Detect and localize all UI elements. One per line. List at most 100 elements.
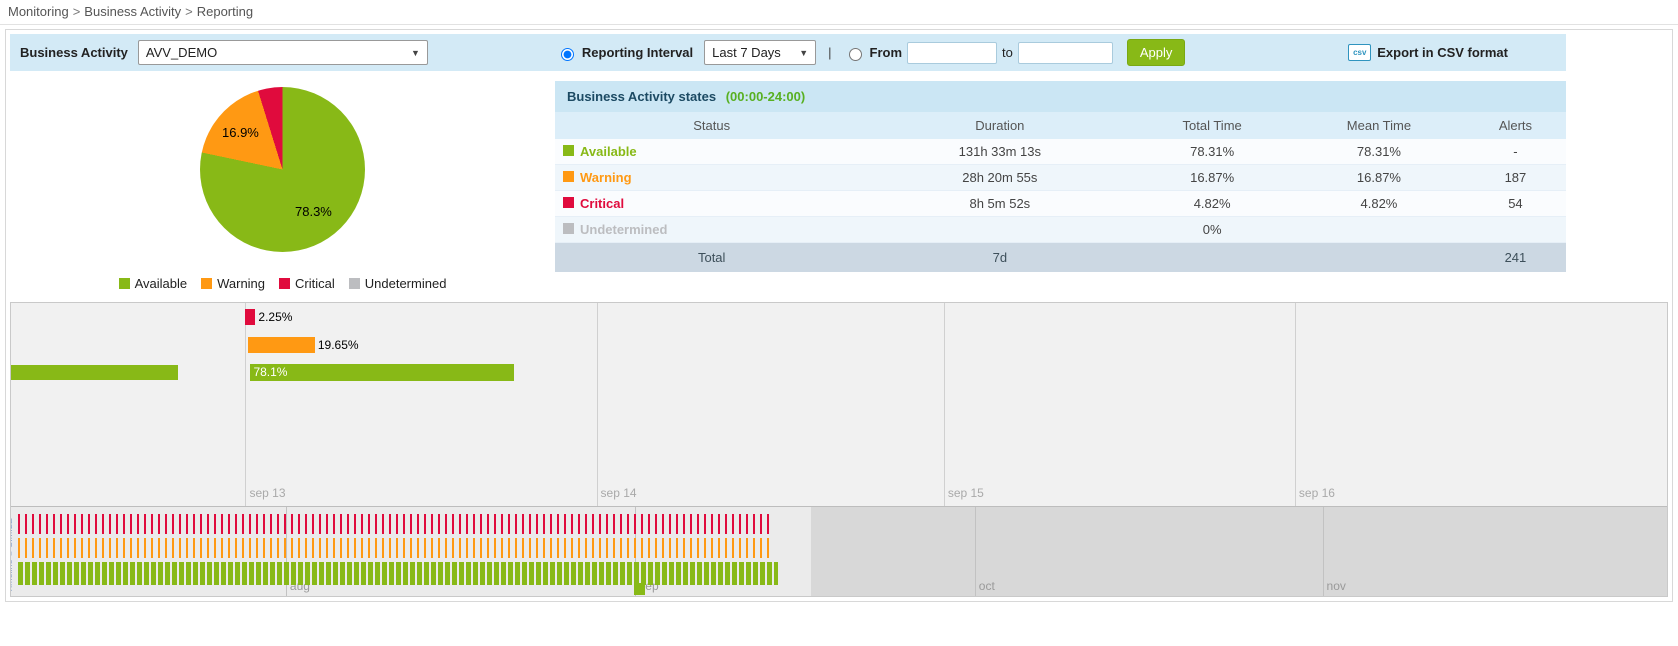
export-csv-label: Export in CSV format	[1377, 45, 1508, 60]
alerts-cell: 54	[1465, 191, 1566, 217]
mean-time-cell: 78.31%	[1293, 139, 1465, 165]
day-gridline	[1295, 303, 1296, 506]
total-time-cell: 16.87%	[1131, 165, 1293, 191]
status-swatch	[563, 171, 574, 182]
total-duration: 7d	[868, 243, 1131, 273]
bar-label: 78.1%	[253, 364, 287, 381]
column-header-total-time: Total Time	[1131, 112, 1293, 139]
legend-label: Undetermined	[365, 276, 447, 291]
status-swatch	[563, 145, 574, 156]
legend-label: Warning	[217, 276, 265, 291]
alerts-cell	[1465, 217, 1566, 243]
breadcrumb-separator: >	[185, 4, 193, 19]
total-total-time	[1131, 243, 1293, 273]
breadcrumb-separator: >	[73, 4, 81, 19]
legend-swatch	[119, 278, 130, 289]
month-gridline	[1323, 507, 1324, 596]
table-header-row: Status Duration Total Time Mean Time Ale…	[555, 112, 1566, 139]
separator-pipe: |	[828, 45, 831, 60]
pie-panel: 16.9% 78.3% AvailableWarningCriticalUnde…	[10, 81, 555, 292]
alerts-cell: -	[1465, 139, 1566, 165]
day-gridline	[944, 303, 945, 506]
business-activity-label: Business Activity	[20, 45, 128, 60]
total-time-cell: 4.82%	[1131, 191, 1293, 217]
table-row: Undetermined 0%	[555, 217, 1566, 243]
day-label: sep 14	[601, 486, 637, 500]
table-row: Warning28h 20m 55s16.87%16.87%187	[555, 165, 1566, 191]
custom-period-radio[interactable]	[849, 48, 862, 61]
breadcrumb-item[interactable]: Business Activity	[84, 4, 181, 19]
timeline: sep 13sep 14sep 15sep 162.25%19.65%78.1%…	[10, 302, 1668, 597]
status-label: Warning	[580, 170, 632, 185]
day-gridline	[597, 303, 598, 506]
available-segment-bar[interactable]: 78.1%	[250, 364, 513, 381]
states-title-range: (00:00-24:00)	[726, 89, 806, 104]
breadcrumb-bar: Monitoring>Business Activity>Reporting	[0, 0, 1678, 25]
status-cell: Undetermined	[555, 217, 868, 243]
export-csv-link[interactable]: csv Export in CSV format	[1348, 44, 1508, 61]
states-title-bar: Business Activity states (00:00-24:00)	[555, 81, 1566, 112]
warning-segment-bar[interactable]	[248, 337, 315, 353]
reporting-interval-value: Last 7 Days	[712, 45, 781, 60]
legend-label: Available	[135, 276, 188, 291]
critical-segment-bar[interactable]	[245, 309, 255, 325]
reporting-interval-radio[interactable]	[561, 48, 574, 61]
status-label: Undetermined	[580, 222, 667, 237]
duration-cell: 8h 5m 52s	[868, 191, 1131, 217]
states-panel: Business Activity states (00:00-24:00) S…	[555, 81, 1566, 272]
status-label: Available	[580, 144, 637, 159]
content-row: 16.9% 78.3% AvailableWarningCriticalUnde…	[10, 81, 1566, 292]
total-mean-time	[1293, 243, 1465, 273]
status-cell: Available	[555, 139, 868, 165]
column-header-mean-time: Mean Time	[1293, 112, 1465, 139]
states-table: Status Duration Total Time Mean Time Ale…	[555, 112, 1566, 272]
legend-swatch	[349, 278, 360, 289]
month-gridline	[975, 507, 976, 596]
table-row: Critical8h 5m 52s4.82%4.82%54	[555, 191, 1566, 217]
timeline-brand: Timeline © SIMILE	[11, 518, 14, 593]
to-date-input[interactable]	[1018, 42, 1113, 64]
status-cell: Critical	[555, 191, 868, 217]
column-header-alerts: Alerts	[1465, 112, 1566, 139]
legend-swatch	[201, 278, 212, 289]
available-segment-previous-bar[interactable]	[11, 365, 178, 380]
critical-ticks	[18, 514, 773, 534]
reporting-interval-label: Reporting Interval	[582, 45, 693, 60]
legend-label: Critical	[295, 276, 335, 291]
total-row: Total 7d 241	[555, 243, 1566, 273]
duration-cell: 131h 33m 13s	[868, 139, 1131, 165]
month-label: oct	[979, 579, 995, 593]
total-time-cell: 0%	[1131, 217, 1293, 243]
status-swatch	[563, 223, 574, 234]
column-header-duration: Duration	[868, 112, 1131, 139]
total-time-cell: 78.31%	[1131, 139, 1293, 165]
status-cell: Warning	[555, 165, 868, 191]
total-alerts: 241	[1465, 243, 1566, 273]
event-marker	[634, 583, 645, 595]
breadcrumb-item[interactable]: Reporting	[197, 4, 253, 19]
timeline-main-band[interactable]: sep 13sep 14sep 15sep 162.25%19.65%78.1%	[11, 303, 1667, 506]
total-label: Total	[555, 243, 868, 273]
reporting-interval-select[interactable]: Last 7 Days ▼	[704, 40, 816, 65]
business-activity-select[interactable]: AVV_DEMO ▼	[138, 40, 428, 65]
pie-slice-label-warning: 16.9%	[222, 125, 259, 140]
breadcrumb-item[interactable]: Monitoring	[8, 4, 69, 19]
pie-legend: Available Warning Critical Undetermined	[10, 276, 555, 292]
csv-icon: csv	[1348, 44, 1371, 61]
month-label: nov	[1327, 579, 1346, 593]
bar-label: 2.25%	[258, 309, 292, 325]
timeline-overview-band[interactable]: Timeline © SIMILE augsepoctnov	[11, 506, 1667, 596]
available-ticks	[18, 562, 778, 585]
mean-time-cell: 16.87%	[1293, 165, 1465, 191]
column-header-status: Status	[555, 112, 868, 139]
chevron-down-icon: ▼	[411, 48, 420, 58]
main-panel: Business Activity AVV_DEMO ▼ Reporting I…	[5, 29, 1673, 602]
duration-cell: 28h 20m 55s	[868, 165, 1131, 191]
day-label: sep 13	[249, 486, 285, 500]
from-date-input[interactable]	[907, 42, 997, 64]
apply-button[interactable]: Apply	[1127, 39, 1186, 66]
table-row: Available131h 33m 13s78.31%78.31%-	[555, 139, 1566, 165]
business-activity-value: AVV_DEMO	[146, 45, 217, 60]
status-swatch	[563, 197, 574, 208]
toolbar: Business Activity AVV_DEMO ▼ Reporting I…	[10, 34, 1566, 71]
